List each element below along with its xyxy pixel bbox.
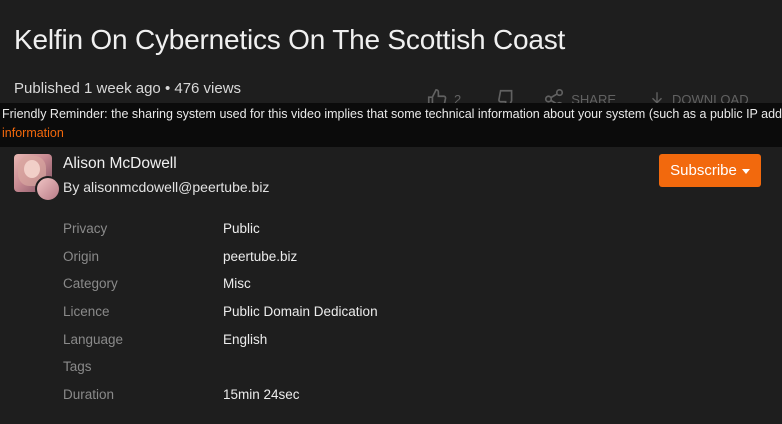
attribute-value[interactable]: peertube.biz [223, 249, 297, 264]
reminder-more-link[interactable]: information [2, 126, 64, 140]
privacy-reminder-banner: Friendly Reminder: the sharing system us… [0, 103, 782, 147]
video-published-views: Published 1 week ago • 476 views [14, 80, 242, 97]
caret-down-icon [741, 168, 750, 174]
account-avatar[interactable] [35, 176, 61, 202]
attribute-label: Licence [63, 304, 110, 320]
reminder-text: Friendly Reminder: the sharing system us… [2, 107, 782, 121]
video-title: Kelfin On Cybernetics On The Scottish Co… [14, 24, 566, 55]
attribute-label: Tags [63, 359, 92, 375]
subscribe-label: Subscribe [670, 162, 737, 179]
account-handle[interactable]: By alisonmcdowell@peertube.biz [63, 179, 269, 195]
attribute-label: Privacy [63, 221, 108, 236]
attribute-label: Language [63, 331, 124, 347]
attribute-label: Category [63, 276, 118, 292]
attribute-value[interactable]: Misc [223, 276, 251, 291]
attribute-value: 15min 24sec [223, 387, 300, 403]
attribute-value[interactable]: Public Domain Dedication [223, 304, 378, 319]
subscribe-button[interactable]: Subscribe [659, 154, 761, 187]
attribute-value[interactable]: English [223, 332, 267, 347]
channel-name[interactable]: Alison McDowell [63, 155, 177, 173]
attribute-label: Duration [63, 387, 115, 403]
attribute-value: Public [223, 221, 260, 236]
attribute-label: Origin [63, 248, 100, 264]
